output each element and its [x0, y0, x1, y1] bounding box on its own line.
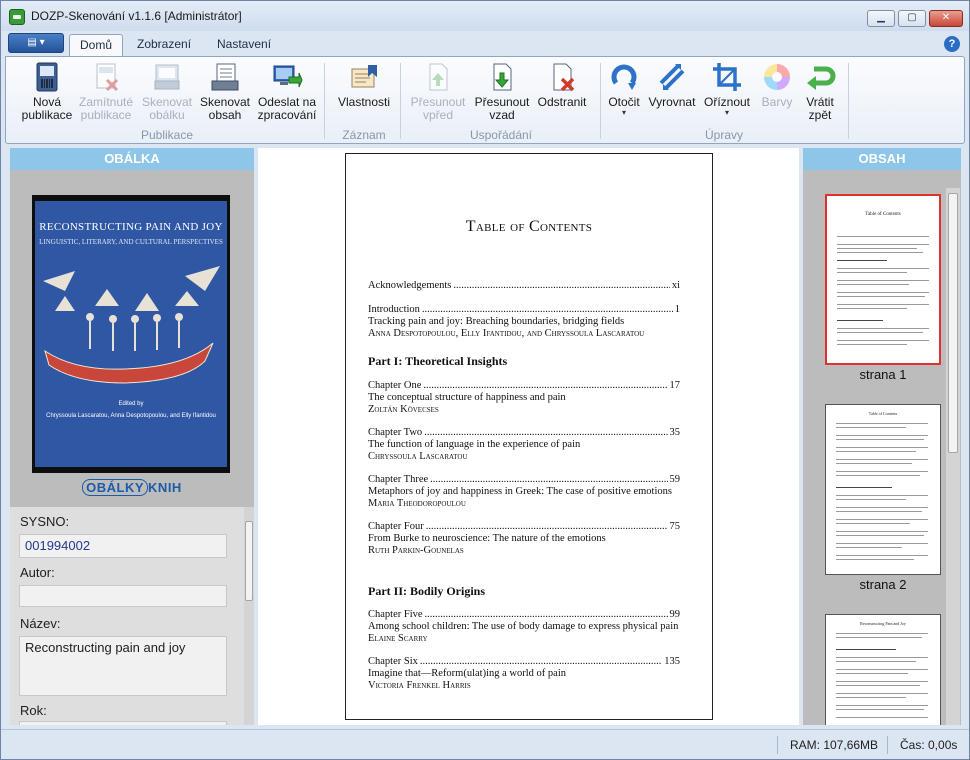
- app-icon: [9, 9, 25, 25]
- toc-entry: Acknowledgementsxi: [368, 280, 680, 292]
- toc-entry: Chapter Six135 Imagine that—Reform(ulat)…: [368, 656, 680, 692]
- move-back-icon: [486, 61, 518, 93]
- group-label-upravy: Úpravy: [704, 128, 743, 142]
- deskew-button[interactable]: Vyrovnat: [646, 61, 698, 109]
- thumbnail-list: Table of Contents strana 1 Table of Cont…: [803, 170, 961, 725]
- undo-icon: [804, 61, 836, 93]
- tab-zobrazeni[interactable]: Zobrazení: [127, 34, 201, 57]
- color-wheel-icon: [761, 61, 793, 93]
- move-forward-icon: [422, 61, 454, 93]
- title-bar: DOZP-Skenování v1.1.6 [Administrátor] ▁ …: [1, 1, 969, 31]
- close-button[interactable]: ✕: [929, 10, 963, 27]
- obalky-knih-logo[interactable]: OBÁLKY KNIH: [72, 479, 192, 498]
- group-label-zaznam: Záznam: [342, 128, 386, 142]
- cover-illustration: [35, 251, 227, 401]
- group-separator: [400, 63, 401, 139]
- move-back-button[interactable]: Přesunout vzad: [470, 61, 534, 122]
- toc-entry: Chapter Five99 Among school children: Th…: [368, 609, 680, 645]
- rejected-document-icon: [90, 61, 122, 93]
- cover-edited-by: Edited by: [118, 401, 144, 407]
- nazev-field[interactable]: Reconstructing pain and joy: [19, 636, 227, 696]
- group-label-publikace: Publikace: [140, 128, 194, 142]
- scan-contents-button[interactable]: Skenovat obsah: [196, 61, 254, 122]
- properties-icon: [348, 61, 380, 93]
- maximize-button[interactable]: ▢: [898, 10, 926, 27]
- delete-page-icon: [546, 61, 578, 93]
- main-window: DOZP-Skenování v1.1.6 [Administrátor] ▁ …: [0, 0, 970, 760]
- toc-entry: Introduction1 Tracking pain and joy: Bre…: [368, 304, 680, 340]
- scan-cover-button[interactable]: Skenovat obálku: [138, 61, 196, 122]
- nazev-label: Název:: [20, 616, 61, 631]
- barcode-scanner-icon: [31, 61, 63, 93]
- delete-page-button[interactable]: Odstranit: [534, 61, 590, 109]
- group-separator: [600, 63, 601, 139]
- group-separator: [848, 63, 849, 139]
- cover-subtitle: LINGUISTIC, LITERARY, AND CULTURAL PERSP…: [39, 238, 223, 246]
- page-preview-area: Table of Contents Acknowledgementsxi Int…: [258, 148, 799, 725]
- group-separator: [324, 63, 325, 139]
- rok-label: Rok:: [20, 703, 47, 718]
- page-thumbnail[interactable]: Table of Contents: [825, 404, 941, 575]
- form-scrollbar-thumb[interactable]: [245, 521, 253, 601]
- thumbnail-label: strana 1: [859, 367, 907, 382]
- cover-title: RECONSTRUCTING PAIN AND JOY: [39, 221, 223, 233]
- rotate-button[interactable]: Otočit ▾: [604, 61, 644, 117]
- properties-button[interactable]: Vlastnosti: [332, 61, 396, 109]
- send-to-processing-icon: [271, 61, 303, 93]
- help-icon[interactable]: ?: [944, 36, 960, 52]
- scan-cover-icon: [151, 61, 183, 93]
- elapsed-time: Čas: 0,00s: [887, 736, 957, 754]
- tab-nastaveni[interactable]: Nastavení: [207, 34, 281, 57]
- cover-panel-header: OBÁLKA: [10, 148, 254, 170]
- app-menu-button[interactable]: ▤ ▾: [8, 33, 64, 53]
- tab-domu[interactable]: Domů: [69, 34, 124, 58]
- undo-button[interactable]: Vrátit zpět: [800, 61, 840, 122]
- toc-entry: Chapter Four75 From Burke to neuroscienc…: [368, 521, 680, 557]
- minimize-button[interactable]: ▁: [867, 10, 895, 27]
- ram-usage: RAM: 107,66MB: [777, 736, 878, 754]
- window-title: DOZP-Skenování v1.1.6 [Administrátor]: [31, 9, 242, 23]
- cover-image[interactable]: RECONSTRUCTING PAIN AND JOY LINGUISTIC, …: [32, 195, 230, 473]
- thumbnail-label: strana 2: [859, 577, 907, 592]
- page-preview[interactable]: Table of Contents Acknowledgementsxi Int…: [345, 153, 713, 720]
- ribbon-tab-bar: ▤ ▾ Domů Zobrazení Nastavení ?: [1, 31, 969, 58]
- colors-button[interactable]: Barvy: [756, 61, 798, 109]
- toc-part-heading: Part II: Bodily Origins: [368, 584, 486, 598]
- cover-panel: RECONSTRUCTING PAIN AND JOY LINGUISTIC, …: [10, 170, 254, 507]
- rok-field[interactable]: [19, 721, 227, 725]
- group-label-usporadani: Uspořádání: [469, 128, 533, 142]
- toc-entry: Chapter Two35 The function of language i…: [368, 427, 680, 463]
- new-publication-button[interactable]: Nová publikace: [12, 61, 82, 122]
- thumbnail-scrollbar-thumb[interactable]: [948, 193, 958, 453]
- autor-field[interactable]: [19, 585, 227, 607]
- send-to-processing-button[interactable]: Odeslat na zpracování: [254, 61, 320, 122]
- sysno-label: SYSNO:: [20, 514, 70, 529]
- toc-entry: Chapter One17 The conceptual structure o…: [368, 380, 680, 416]
- form-scrollbar[interactable]: [244, 507, 254, 725]
- crop-button[interactable]: Oříznout ▾: [700, 61, 754, 117]
- deskew-icon: [656, 61, 688, 93]
- toc-entry: Chapter Three59 Metaphors of joy and hap…: [368, 474, 680, 510]
- move-forward-button[interactable]: Přesunout vpřed: [406, 61, 470, 122]
- contents-panel-header: OBSAH: [803, 148, 961, 170]
- cover-authors: Chryssoula Lascaratou, Anna Despotopoulo…: [46, 413, 216, 419]
- ribbon: Nová publikace Zamítnuté publikace Skeno…: [5, 56, 965, 144]
- thumbnail-scrollbar[interactable]: [946, 188, 960, 725]
- metadata-form: SYSNO: 001994002 Autor: Název: Reconstru…: [10, 507, 254, 725]
- page-title: Table of Contents: [465, 218, 593, 235]
- rotate-icon: [608, 61, 640, 93]
- crop-icon: [711, 61, 743, 93]
- page-thumbnail[interactable]: Reconstructing Pain and Joy: [825, 614, 941, 725]
- sysno-field[interactable]: 001994002: [19, 534, 227, 558]
- page-thumbnail[interactable]: Table of Contents: [825, 194, 941, 365]
- scan-contents-icon: [209, 61, 241, 93]
- status-bar: RAM: 107,66MB Čas: 0,00s: [1, 729, 969, 759]
- toc-part-heading: Part I: Theoretical Insights: [368, 354, 508, 368]
- autor-label: Autor:: [20, 565, 55, 580]
- rejected-publications-button[interactable]: Zamítnuté publikace: [78, 61, 134, 122]
